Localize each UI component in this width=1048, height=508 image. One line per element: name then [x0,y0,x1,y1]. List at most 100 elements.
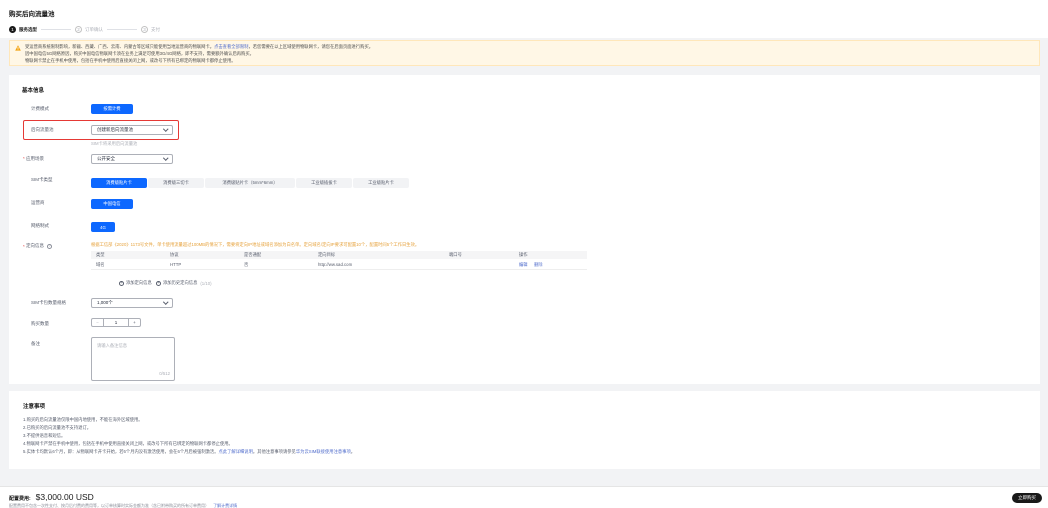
operator-label: 运营商 [31,200,45,205]
pool-select-value: 创建新后向流量池 [97,127,133,132]
buy-now-button[interactable]: 立即购买 [1012,493,1042,503]
pool-hint: SIM卡将采用后向流量池 [91,141,138,146]
notice-text: ，若您需要在以上区域使用物联网卡，请您在后面页面进行购买。 [248,44,374,49]
step-label: 订单确认 [85,26,103,32]
sim-type-option[interactable]: 消费级贴片卡 [91,178,147,188]
table-row: 域名 HTTP 否 http://ww.sad.com 编辑 删除 [91,260,587,270]
cell-type: 域名 [96,261,105,267]
basic-info-card: 基本信息 计费模式 按需计费 后向流量池 创建新后向流量池 SIM卡将采用后向流… [9,75,1040,384]
direction-tip: 根据工信部《2020》1173号文件，单卡使用流量超过100MB的情况下，需要将… [91,242,420,247]
table-header-cell: 类型 [96,252,105,257]
table-header-cell: 定向目标 [318,252,336,257]
delete-link[interactable]: 删除 [534,262,543,268]
add-history-direction-button[interactable]: + 添加历史定向信息 (1/10) [156,280,212,286]
sim-type-option[interactable]: 消费级三切卡 [148,178,204,188]
notes-card: 注意事项 1.购买的后向流量池仅限中国内地使用，不能在海外区域使用。 2.已购买… [9,391,1040,469]
step-divider [41,29,71,30]
sim-type-option[interactable]: 工业级插拔卡 [296,178,352,188]
table-header-cell: 是否通配 [244,252,262,257]
step-label: 支付 [151,26,160,32]
cell-protocol: HTTP [170,262,182,267]
pool-select[interactable]: 创建新后向流量池 [91,125,173,135]
fee-summary: 配置费用: $3,000.00 USD [9,492,94,502]
quantity-label: 购买数量 [31,321,49,326]
scene-select-value: 公开安全 [97,156,115,161]
plus-circle-icon: + [156,280,161,286]
plus-circle-icon: + [119,280,124,286]
table-header-cell: 端口号 [449,252,462,257]
spec-select[interactable]: 1,000个 [91,298,173,308]
note-item: 3.不提供语音和短信。 [23,433,66,438]
chevron-down-icon [162,126,168,132]
network-option-4g[interactable]: 4G [91,222,115,232]
step-number: 1 [9,26,16,33]
quantity-decrease-button[interactable]: − [92,319,104,326]
step-service-selection: 1 服务选型 [9,26,37,33]
usage-notes-link[interactable]: 华为云SIM联接使用注意事项 [296,449,351,454]
step-label: 服务选型 [19,26,37,32]
direction-label-text: 定向信息 [26,243,45,248]
spec-label: SIM卡包数量规格 [31,300,66,305]
remark-placeholder: 请输入备注信息 [97,343,128,348]
step-number: 2 [75,26,82,33]
notice-line-2: 因中国电信5G网络原因，购买中国电信物联网卡须在业务上满足可使用3G/4G网络，… [25,51,254,56]
scene-select[interactable]: 公开安全 [91,154,173,164]
table-header-cell: 操作 [519,252,528,257]
remark-textarea[interactable]: 请输入备注信息 0/512 [91,337,175,381]
step-divider [107,29,137,30]
pricing-details-link[interactable]: 了解计费详情 [213,503,237,508]
pool-label: 后向流量池 [31,127,54,132]
direction-table: 类型 协议 是否通配 定向目标 端口号 操作 域名 HTTP 否 http://… [91,251,587,271]
note-text: 5.实体卡均默认6个月，即：从物联网卡开卡开始，若6个月内没有激活使用，会在6个… [23,449,219,454]
note-item: 4.物联网卡严禁在手机中使用，包括在手机中使用直接关闭上网，或改号下所有已绑定的… [23,441,233,446]
bottom-bar: 配置费用: $3,000.00 USD 配置费用不包含一次性支付、按月后付费的费… [0,486,1048,508]
note-text: 。 [350,449,356,454]
table-header-cell: 协议 [170,252,179,257]
add-history-label: 添加历史定向信息 [163,280,198,285]
chevron-down-icon [162,299,168,305]
page-title: 购买后向流量池 [9,11,55,18]
section-title-notes: 注意事项 [23,404,46,410]
table-header: 类型 协议 是否通配 定向目标 端口号 操作 [91,251,587,259]
section-title-basic: 基本信息 [22,88,45,94]
scene-label: * 应用场景 [23,156,45,161]
spec-select-value: 1,000个 [97,300,113,305]
quantity-stepper: − 1 + [91,318,141,327]
fee-label: 配置费用: [9,496,31,502]
note-text: 。其他注意事项请参见 [252,449,296,454]
edit-link[interactable]: 编辑 [519,262,528,268]
quantity-increase-button[interactable]: + [128,319,140,326]
step-order-confirm: 2 订单确认 [75,26,103,33]
details-link[interactable]: 点此了解详细说明 [219,449,253,454]
step-indicator: 1 服务选型 2 订单确认 3 支付 [9,26,160,33]
warning-notice: 受运营商系统限制影响，新疆、西藏、广西、云南、内蒙古等区域只能使用当地运营商的物… [9,40,1040,66]
cell-wildcard: 否 [244,261,249,267]
note-item: 2.已购买的后向流量池不支持退订。 [23,425,92,430]
sim-type-option[interactable]: 消费级贴片卡（5mm*6mm） [205,178,295,188]
direction-label: * 定向信息 ? [23,243,53,249]
remark-char-count: 0/512 [159,371,170,376]
notice-line-1: 受运营商系统限制影响，新疆、西藏、广西、云南、内蒙古等区域只能使用当地运营商的物… [25,44,373,50]
notice-text: 受运营商系统限制影响，新疆、西藏、广西、云南、内蒙古等区域只能使用当地运营商的物… [25,44,215,49]
note-item-5: 5.实体卡均默认6个月，即：从物联网卡开卡开始，若6个月内没有激活使用，会在6个… [23,449,355,455]
cell-target: http://ww.sad.com [318,262,353,267]
notice-line-3: 物联网卡禁止在手机中使用，包括在手机中使用后直接关闭上网，或改号下所有已绑定的物… [25,58,236,63]
step-payment: 3 支付 [141,26,160,33]
view-restrictions-link[interactable]: 点击查看全部限制 [214,44,248,49]
help-icon[interactable]: ? [47,243,53,249]
quantity-input[interactable]: 1 [104,319,128,326]
sim-type-option[interactable]: 工业级贴片卡 [353,178,409,188]
fee-note-text: 配置费用不包含一次性支付、按月后付费的费用等，以订单核算时实际金额为准（含已附带… [9,503,209,508]
scene-label-text: 应用场景 [26,156,45,161]
add-direction-label: 添加定向信息 [126,280,152,285]
fee-value: $3,000.00 USD [35,492,94,502]
add-direction-button[interactable]: + 添加定向信息 [119,280,152,286]
billing-option-on-demand[interactable]: 按需计费 [91,104,133,114]
chevron-down-icon [162,155,168,161]
fee-note: 配置费用不包含一次性支付、按月后付费的费用等，以订单核算时实际金额为准（含已附带… [9,503,237,508]
step-number: 3 [141,26,148,33]
billing-label: 计费模式 [31,106,49,111]
warning-icon [15,45,21,51]
operator-option-china-telecom[interactable]: 中国电信 [91,199,133,209]
remark-label: 备注 [31,341,40,346]
